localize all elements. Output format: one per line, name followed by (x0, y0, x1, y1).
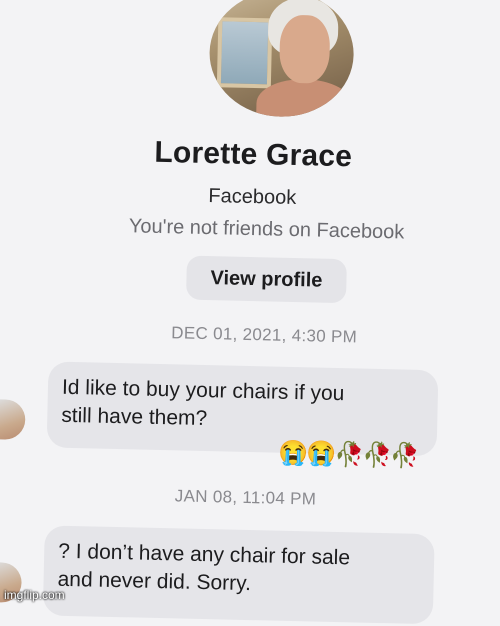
background-picture (216, 17, 273, 89)
messenger-screen: Lorette Grace Facebook You're not friend… (0, 0, 500, 625)
friendship-status: You're not friends on Facebook (128, 215, 405, 244)
message-bubble[interactable]: ? I don’t have any chair for sale and ne… (42, 525, 435, 625)
profile-platform: Facebook (208, 185, 297, 210)
message-reactions[interactable]: 😭😭🥀🥀🥀 (278, 439, 418, 471)
message-timestamp: DEC 01, 2021, 4:30 PM (171, 323, 358, 347)
view-profile-button[interactable]: View profile (185, 255, 347, 304)
profile-name: Lorette Grace (154, 135, 353, 174)
profile-avatar[interactable] (208, 0, 356, 119)
sender-avatar[interactable] (0, 399, 26, 440)
avatar-face (278, 14, 331, 84)
watermark: imgflip.com (4, 588, 65, 602)
message-timestamp: JAN 08, 11:04 PM (174, 486, 317, 509)
